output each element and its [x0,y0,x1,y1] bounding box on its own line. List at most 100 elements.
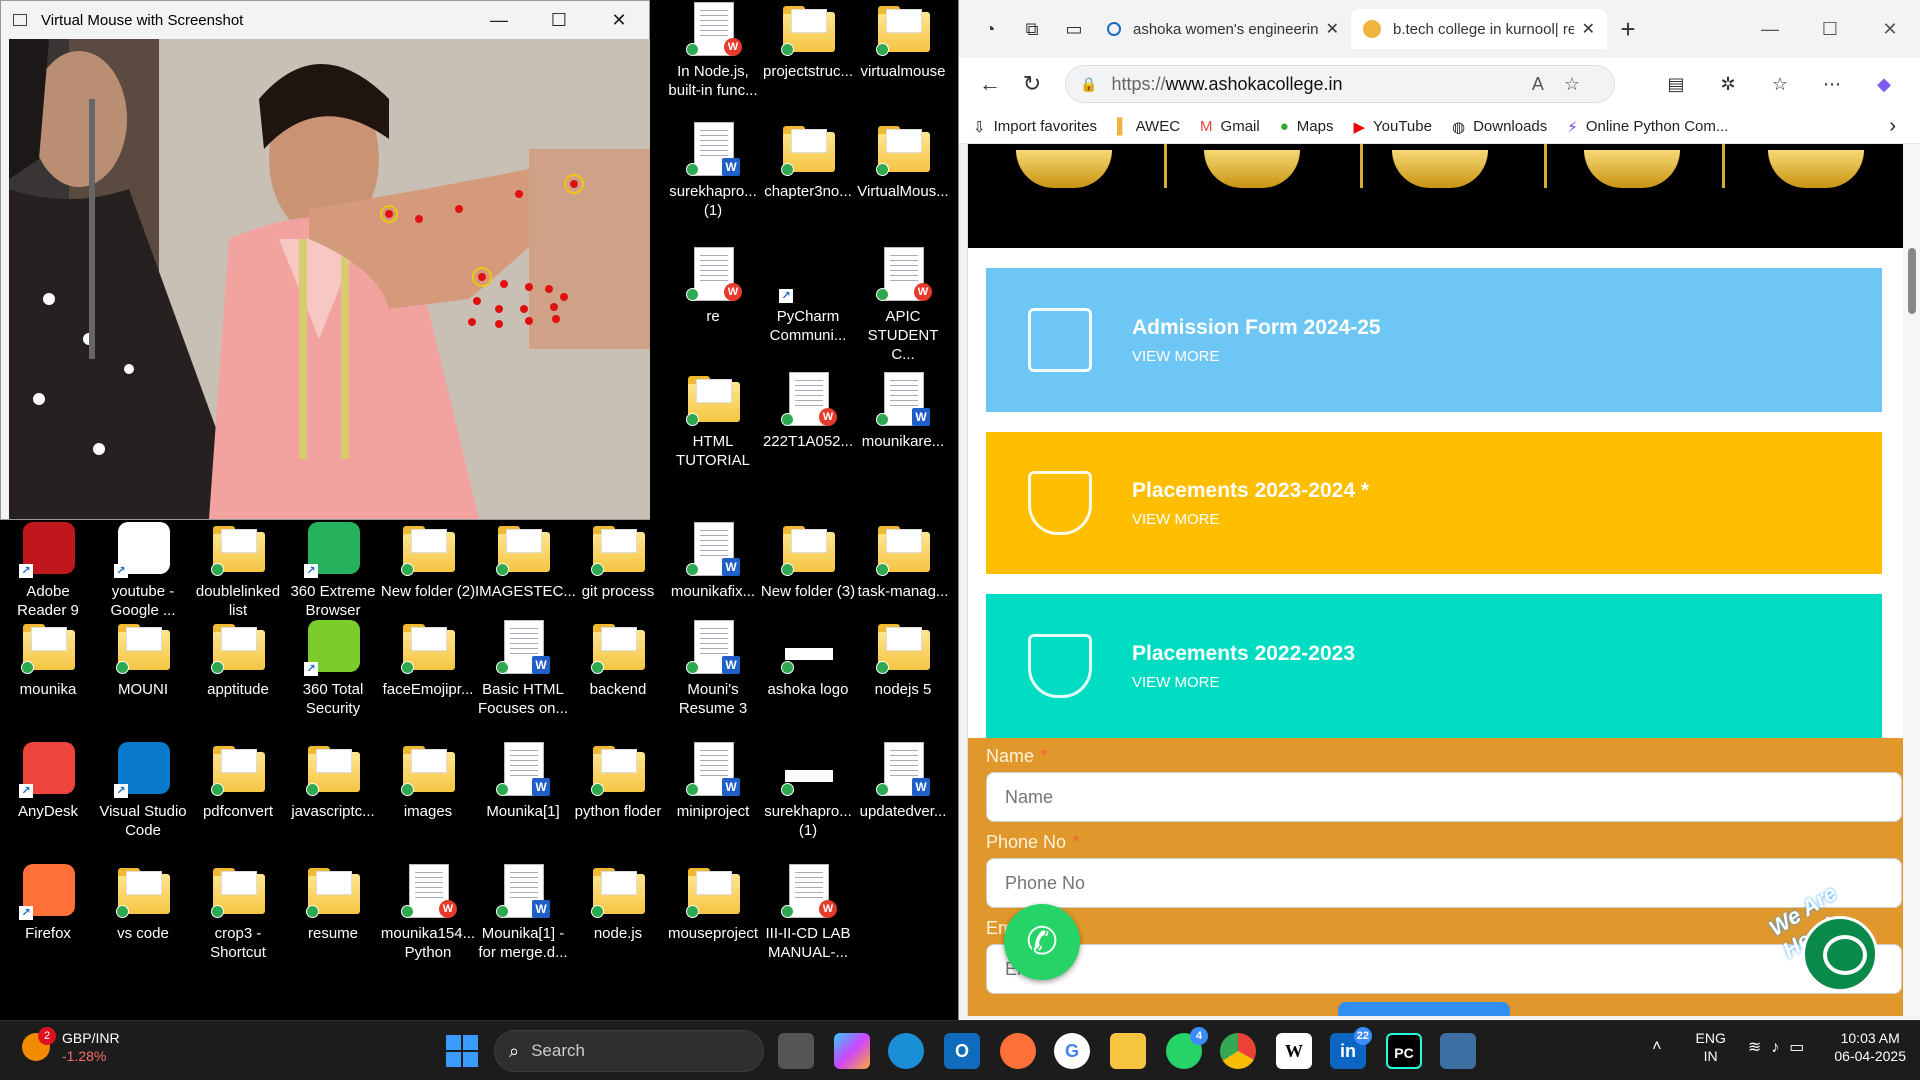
profile-icon[interactable]: ◔ [969,11,1011,47]
desktop-icon[interactable]: Wmounika154... Python [380,862,476,962]
whatsapp-icon[interactable]: ✆ [1004,904,1080,980]
view-more-link[interactable]: VIEW MORE [1132,348,1381,365]
desktop-icon[interactable]: apptitude [190,618,286,699]
clock[interactable]: 10:03 AM 06-04-2025 [1834,1029,1906,1065]
start-button[interactable] [446,1035,478,1067]
desktop-icon[interactable]: git process [570,520,666,601]
minimize-button[interactable]: — [469,10,529,31]
desktop-icon[interactable]: backend [570,618,666,699]
desktop-icon[interactable]: Wminiproject [665,740,761,821]
language-indicator[interactable]: ENG IN [1696,1029,1726,1065]
fav-import[interactable]: ⇩ Import favorites [973,118,1097,136]
desktop-icon[interactable]: IMAGESTEC... [475,520,576,601]
desktop-icon[interactable]: ↗ PyCharm Communi... [760,245,856,345]
desktop-icon[interactable]: Wmounikare... [855,370,951,451]
pycharm-icon[interactable]: PC [1386,1033,1422,1069]
maximize-button[interactable]: ☐ [529,10,589,31]
desktop-icon[interactable]: W APIC STUDENT C... [855,245,951,364]
fav-gmail[interactable]: M Gmail [1200,118,1260,135]
desktop-icon[interactable]: New folder (2) [380,520,476,601]
vertical-tabs-icon[interactable]: ▭ [1053,11,1095,47]
file-explorer-icon[interactable] [1110,1033,1146,1069]
desktop-icon[interactable]: surekhapro... (1) [760,740,856,840]
tab-close-icon[interactable]: ✕ [1582,19,1595,39]
address-bar[interactable]: 🔒 https:// www.ashokacollege.in A☆ [1065,65,1615,103]
desktop-icon[interactable]: W Mounika[1] - for merge.d... [475,862,571,962]
desktop-icon[interactable]: Wmounikafix... [665,520,761,601]
desktop-icon[interactable]: mounika [0,618,96,699]
browser-window[interactable]: ◔ ⧉ ▭ ashoka women's engineering ✕ b.tec… [958,0,1920,1020]
python-icon[interactable] [1440,1033,1476,1069]
chevron-up-icon[interactable]: ˄ [1652,1038,1661,1056]
back-icon[interactable]: ← [969,66,1011,102]
firefox-icon[interactable] [1000,1033,1036,1069]
desktop-icon[interactable]: W Basic HTML Focuses on... [475,618,571,718]
desktop-icon[interactable]: pdfconvert [190,740,286,821]
desktop-icon[interactable]: W 222T1A052... [760,370,856,451]
read-aloud-and-favorite-icons[interactable]: A☆ [1532,74,1600,95]
favorites-icon[interactable]: ☆ [1754,74,1806,95]
google-icon[interactable]: G [1054,1033,1090,1069]
desktop-icon[interactable]: crop3 - Shortcut [190,862,286,962]
desktop-icon[interactable]: ↗ 360 Extreme Browser [285,520,381,620]
edge-icon[interactable] [888,1033,924,1069]
chrome-icon[interactable] [1220,1033,1256,1069]
wifi-volume-battery-icons[interactable]: ≋♪▭ [1748,1037,1815,1057]
fav-awec[interactable]: ▌ AWEC [1117,118,1180,135]
workspaces-icon[interactable]: ⧉ [1011,11,1053,47]
desktop-icon[interactable]: W Mounika[1] [475,740,571,821]
taskbar-search[interactable]: ⌕ Search [494,1030,764,1072]
more-icon[interactable]: ⋯ [1806,74,1858,95]
desktop-icon[interactable]: python floder [570,740,666,821]
fav-online-python[interactable]: ⚡ Online Python Com... [1567,118,1728,136]
extensions-icon[interactable]: ✲ [1702,74,1754,95]
desktop-icon[interactable]: nodejs 5 [855,618,951,699]
email-field[interactable] [986,944,1902,994]
desktop-icon[interactable]: resume [285,862,381,943]
card-placements-2023-2024[interactable]: Placements 2023-2024 * VIEW MORE [986,432,1882,574]
desktop-icon[interactable]: New folder (3) [760,520,856,601]
fav-maps[interactable]: ● Maps [1280,118,1334,135]
chevron-right-icon[interactable]: › [1889,115,1896,138]
scrollbar-thumb[interactable] [1908,248,1916,314]
card-placements-2022-2023[interactable]: Placements 2022-2023 VIEW MORE [986,594,1882,738]
desktop-icon[interactable]: ↗ Visual Studio Code [95,740,191,840]
refresh-icon[interactable]: ↻ [1011,66,1053,102]
fav-downloads[interactable]: ◍ Downloads [1452,118,1547,136]
market-widget[interactable]: 2 GBP/INR -1.28% [22,1027,120,1065]
copilot-icon[interactable] [834,1033,870,1069]
tab-ashoka-college[interactable]: b.tech college in kurnool| re ✕ [1351,9,1607,49]
submit-button-top[interactable] [1338,1002,1510,1016]
window-titlebar[interactable]: Virtual Mouse with Screenshot — ☐ ✕ [1,1,649,39]
collections-icon[interactable]: ▤ [1650,74,1702,95]
desktop-icon[interactable]: virtualmouse [855,0,951,81]
copilot-icon[interactable]: ◆ [1858,74,1910,95]
desktop-icon[interactable]: chapter3no... [760,120,856,201]
desktop-icon[interactable]: MOUNI [95,618,191,699]
desktop-icon[interactable]: W Mouni's Resume 3 [665,618,761,718]
desktop-icon[interactable]: Wre [665,245,761,326]
desktop-icon[interactable]: W III-II-CD LAB MANUAL-... [760,862,856,962]
desktop-icon[interactable]: faceEmojipr... [380,618,476,699]
phone-field[interactable] [986,858,1902,908]
tab-ashoka-search[interactable]: ashoka women's engineering ✕ [1095,9,1351,49]
desktop-icon[interactable]: VirtualMous... [855,120,951,201]
desktop-icon[interactable]: vs code [95,862,191,943]
outlook-icon[interactable]: O [944,1033,980,1069]
view-more-link[interactable]: VIEW MORE [1132,674,1355,691]
virtual-mouse-window[interactable]: Virtual Mouse with Screenshot — ☐ ✕ [0,0,650,520]
desktop-icon[interactable]: ↗ youtube - Google ... [95,520,191,620]
linkedin-icon[interactable]: in 22 [1330,1027,1372,1069]
whatsapp-icon[interactable]: 4 [1166,1027,1208,1069]
desktop-icon[interactable]: ↗ Adobe Reader 9 [0,520,96,620]
desktop-icon[interactable]: javascriptc... [285,740,381,821]
desktop-icon[interactable]: W In Node.js, built-in func... [665,0,761,100]
desktop-icon[interactable]: images [380,740,476,821]
desktop-icon[interactable]: Wsurekhapro... (1) [665,120,761,220]
view-more-link[interactable]: VIEW MORE [1132,511,1369,528]
desktop-icon[interactable]: node.js [570,862,666,943]
desktop-icon[interactable]: HTML TUTORIAL [665,370,761,470]
page-scrollbar[interactable] [1904,144,1920,1016]
task-view-icon[interactable] [778,1033,814,1069]
desktop-icon[interactable]: ↗ Firefox [0,862,96,943]
